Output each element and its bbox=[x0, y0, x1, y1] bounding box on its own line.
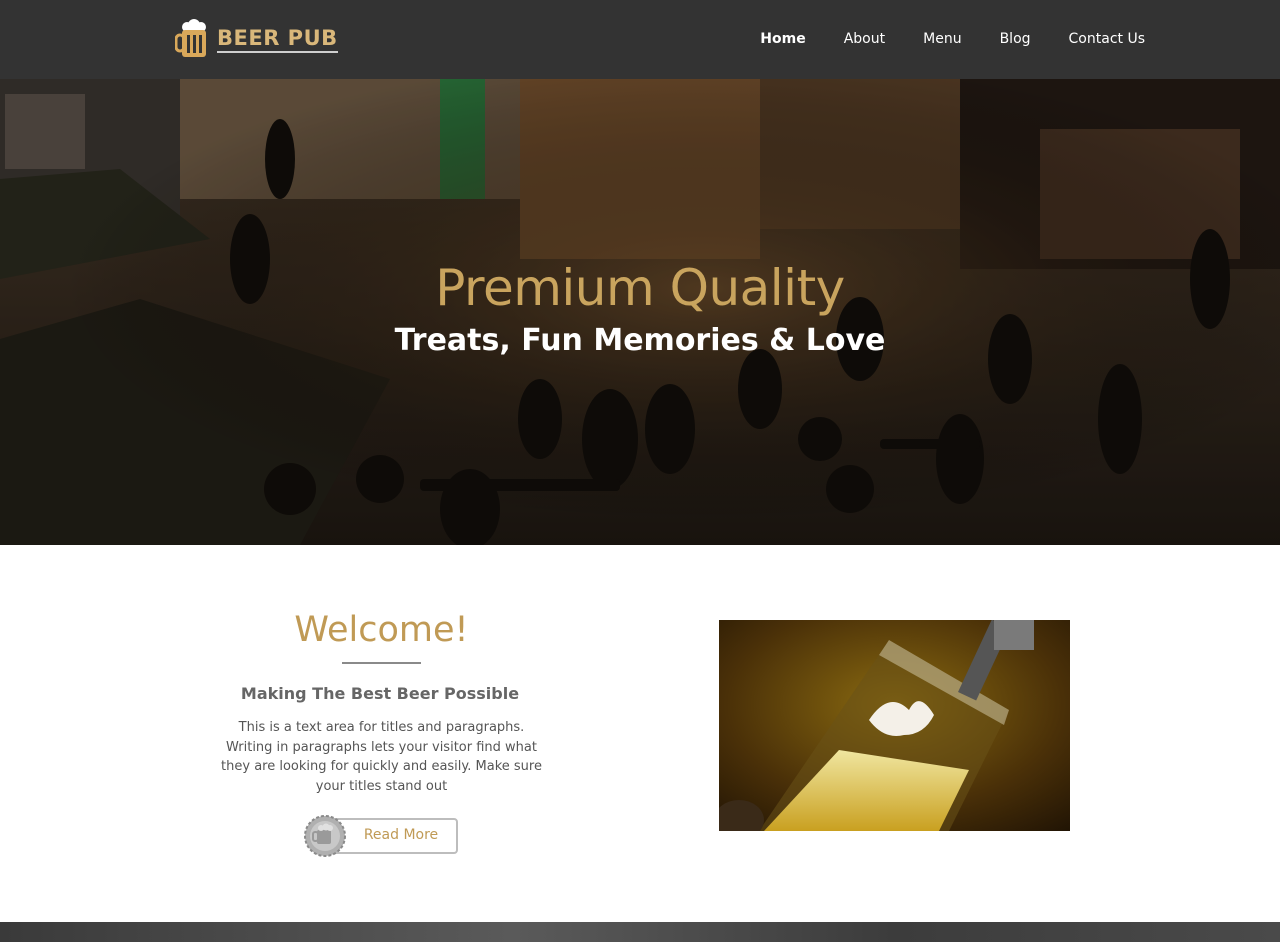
title-divider bbox=[342, 662, 421, 664]
welcome-paragraph: This is a text area for titles and parag… bbox=[221, 720, 542, 794]
beer-pouring-photo bbox=[719, 620, 1070, 831]
nav-contact-us[interactable]: Contact Us bbox=[1069, 29, 1145, 49]
hero-title: Premium Quality bbox=[435, 259, 845, 317]
nav-about[interactable]: About bbox=[844, 29, 885, 49]
nav-home[interactable]: Home bbox=[760, 29, 805, 49]
site-header: BEER PUB Home About Menu Blog Contact Us bbox=[0, 0, 1280, 79]
welcome-subtitle: Making The Best Beer Possible bbox=[240, 684, 520, 703]
read-more-label: Read More bbox=[363, 827, 439, 843]
main-nav: Home About Menu Blog Contact Us bbox=[722, 29, 1145, 49]
nav-menu[interactable]: Menu bbox=[923, 29, 961, 49]
hero-subtitle: Treats, Fun Memories & Love bbox=[394, 323, 886, 358]
site-logo[interactable]: BEER PUB bbox=[175, 18, 338, 60]
hero-banner: Premium Quality Treats, Fun Memories & L… bbox=[0, 79, 1280, 545]
footer-strip bbox=[0, 922, 1280, 942]
nav-blog[interactable]: Blog bbox=[1000, 29, 1031, 49]
read-more-button[interactable]: Read More bbox=[304, 815, 459, 857]
logo-text: BEER PUB bbox=[217, 26, 338, 53]
bottle-cap-icon bbox=[304, 815, 346, 857]
welcome-title: Welcome! bbox=[294, 610, 469, 650]
beer-mug-icon bbox=[175, 19, 206, 57]
